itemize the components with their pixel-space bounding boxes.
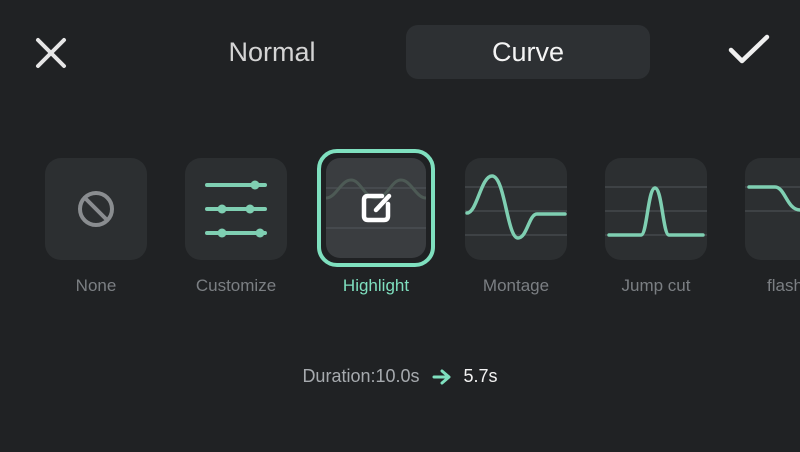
duration-readout: Duration:10.0s 5.7s (0, 366, 800, 387)
speed-curve-panel: Normal Curve None Customize Highlight Mo… (0, 0, 800, 452)
preset-label-montage: Montage (482, 276, 550, 295)
duration-original: Duration:10.0s (302, 366, 420, 386)
edit-square-icon (361, 193, 392, 223)
arrow-right-icon (432, 369, 451, 384)
preset-highlight[interactable] (317, 149, 435, 267)
preset-label-jump-cut: Jump cut (621, 276, 691, 295)
sliders-icon (205, 180, 267, 238)
prohibit-icon (78, 191, 114, 227)
curve-preset-list: None Customize Highlight Montage Jump cu… (0, 0, 800, 320)
flash-curve-icon (745, 185, 800, 212)
preset-jump-cut[interactable] (605, 158, 707, 260)
preset-label-flash: flash (767, 276, 800, 295)
duration-new: 5.7s (463, 366, 498, 386)
preset-label-none: None (75, 276, 117, 295)
jump-cut-curve-icon (605, 186, 707, 237)
preset-none[interactable] (45, 158, 147, 260)
montage-curve-icon (465, 174, 567, 240)
preset-flash[interactable] (745, 158, 800, 260)
preset-customize[interactable] (185, 158, 287, 260)
preset-label-highlight: Highlight (342, 276, 410, 295)
preset-label-customize: Customize (195, 276, 277, 295)
preset-montage[interactable] (465, 158, 567, 260)
preset-highlight-thumb (326, 158, 426, 258)
